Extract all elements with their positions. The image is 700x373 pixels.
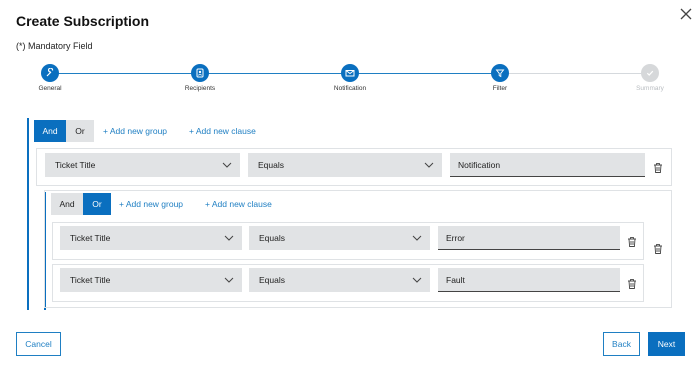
chevron-down-icon bbox=[224, 277, 234, 283]
next-button[interactable]: Next bbox=[648, 332, 685, 356]
field-select-value: Ticket Title bbox=[70, 233, 111, 243]
value-input[interactable]: Fault bbox=[438, 268, 620, 292]
step-filter[interactable]: Filter bbox=[470, 64, 530, 92]
outer-and-button[interactable]: And bbox=[34, 120, 66, 142]
operator-select-value: Equals bbox=[259, 233, 285, 243]
operator-select[interactable]: Equals bbox=[248, 153, 442, 177]
step-label: Notification bbox=[333, 85, 367, 92]
inner-and-button[interactable]: And bbox=[51, 193, 83, 215]
wrench-icon bbox=[41, 64, 59, 82]
field-select[interactable]: Ticket Title bbox=[60, 226, 242, 250]
chevron-down-icon bbox=[412, 277, 422, 283]
close-icon[interactable] bbox=[678, 6, 694, 22]
step-general[interactable]: General bbox=[20, 64, 80, 92]
wizard-stepper: General Recipients Notification Filter S… bbox=[0, 62, 700, 96]
check-icon bbox=[641, 64, 659, 82]
operator-select-value: Equals bbox=[258, 160, 284, 170]
step-notification[interactable]: Notification bbox=[320, 64, 380, 92]
chevron-down-icon bbox=[224, 235, 234, 241]
contact-card-icon bbox=[191, 64, 209, 82]
filter-icon bbox=[491, 64, 509, 82]
step-label: Filter bbox=[492, 85, 508, 92]
cancel-button[interactable]: Cancel bbox=[16, 332, 61, 356]
outer-group-bar bbox=[27, 118, 29, 310]
dialog-title: Create Subscription bbox=[16, 13, 150, 29]
step-label: General bbox=[38, 85, 62, 92]
outer-add-clause-link[interactable]: + Add new clause bbox=[189, 126, 256, 136]
field-select[interactable]: Ticket Title bbox=[45, 153, 240, 177]
mandatory-note: (*) Mandatory Field bbox=[16, 41, 93, 51]
value-input[interactable]: Notification bbox=[450, 153, 645, 177]
chevron-down-icon bbox=[424, 162, 434, 168]
back-button[interactable]: Back bbox=[603, 332, 640, 356]
step-label: Recipients bbox=[184, 85, 216, 92]
chevron-down-icon bbox=[412, 235, 422, 241]
trash-icon[interactable] bbox=[652, 243, 664, 255]
step-summary[interactable]: Summary bbox=[620, 64, 680, 92]
inner-add-group-link[interactable]: + Add new group bbox=[119, 199, 183, 209]
field-select[interactable]: Ticket Title bbox=[60, 268, 242, 292]
step-recipients[interactable]: Recipients bbox=[170, 64, 230, 92]
trash-icon[interactable] bbox=[626, 278, 638, 290]
chevron-down-icon bbox=[222, 162, 232, 168]
trash-icon[interactable] bbox=[626, 236, 638, 248]
outer-add-group-link[interactable]: + Add new group bbox=[103, 126, 167, 136]
operator-select[interactable]: Equals bbox=[249, 226, 430, 250]
field-select-value: Ticket Title bbox=[55, 160, 96, 170]
trash-icon[interactable] bbox=[652, 162, 664, 174]
operator-select-value: Equals bbox=[259, 275, 285, 285]
value-input[interactable]: Error bbox=[438, 226, 620, 250]
operator-select[interactable]: Equals bbox=[249, 268, 430, 292]
field-select-value: Ticket Title bbox=[70, 275, 111, 285]
outer-or-button[interactable]: Or bbox=[66, 120, 94, 142]
step-label: Summary bbox=[636, 85, 664, 92]
envelope-icon bbox=[341, 64, 359, 82]
stepper-progress-line bbox=[50, 73, 500, 74]
inner-or-button[interactable]: Or bbox=[83, 193, 111, 215]
inner-add-clause-link[interactable]: + Add new clause bbox=[205, 199, 272, 209]
